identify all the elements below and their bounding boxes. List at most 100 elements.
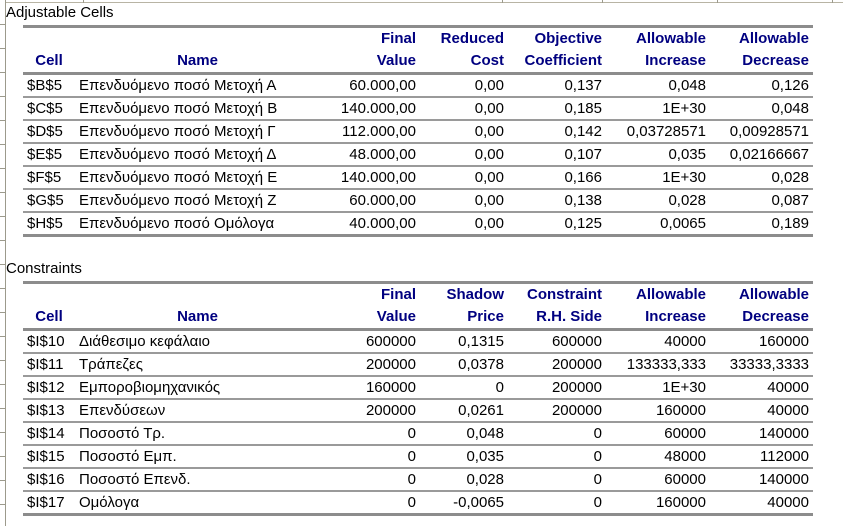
cell-ref[interactable]: $I$12 bbox=[23, 376, 75, 400]
reduced-cost[interactable]: 0,00 bbox=[420, 73, 508, 98]
constraint-name[interactable]: Ομόλογα bbox=[75, 491, 320, 516]
objective-coefficient[interactable]: 0,107 bbox=[508, 143, 606, 167]
final-value[interactable]: 0 bbox=[320, 491, 420, 516]
cell-name[interactable]: Επενδυόμενο ποσό Μετοχή Δ bbox=[75, 143, 320, 167]
cell-ref[interactable]: $B$5 bbox=[23, 73, 75, 98]
table-row[interactable]: $B$5 Επενδυόμενο ποσό Μετοχή Α 60.000,00 0,… bbox=[23, 73, 813, 98]
allowable-decrease[interactable]: 0,126 bbox=[710, 73, 813, 98]
constraint-rhs[interactable]: 0 bbox=[508, 491, 606, 516]
shadow-price[interactable]: 0,1315 bbox=[420, 329, 508, 354]
cell-ref[interactable]: $I$15 bbox=[23, 445, 75, 469]
cell-name[interactable]: Επενδυόμενο ποσό Μετοχή Α bbox=[75, 73, 320, 98]
allowable-increase[interactable]: 60000 bbox=[606, 422, 710, 446]
allowable-increase[interactable]: 0,03728571 bbox=[606, 120, 710, 144]
objective-coefficient[interactable]: 0,166 bbox=[508, 166, 606, 190]
allowable-decrease[interactable]: 40000 bbox=[710, 399, 813, 423]
table-row[interactable]: $D$5 Επενδυόμενο ποσό Μετοχή Γ 112.000,00 0… bbox=[23, 120, 813, 144]
table-row[interactable]: $H$5 Επενδυόμενο ποσό Ομόλογα 40.000,00 0,0… bbox=[23, 212, 813, 237]
allowable-decrease[interactable]: 0,048 bbox=[710, 97, 813, 121]
allowable-increase[interactable]: 48000 bbox=[606, 445, 710, 469]
shadow-price[interactable]: 0,028 bbox=[420, 468, 508, 492]
reduced-cost[interactable]: 0,00 bbox=[420, 166, 508, 190]
allowable-increase[interactable]: 1E+30 bbox=[606, 166, 710, 190]
final-value[interactable]: 200000 bbox=[320, 353, 420, 377]
constraint-rhs[interactable]: 0 bbox=[508, 445, 606, 469]
cell-ref[interactable]: $I$17 bbox=[23, 491, 75, 516]
shadow-price[interactable]: 0,0378 bbox=[420, 353, 508, 377]
allowable-decrease[interactable]: 40000 bbox=[710, 376, 813, 400]
shadow-price[interactable]: 0,035 bbox=[420, 445, 508, 469]
objective-coefficient[interactable]: 0,142 bbox=[508, 120, 606, 144]
allowable-increase[interactable]: 160000 bbox=[606, 491, 710, 516]
table-row[interactable]: $I$17 Ομόλογα 0 -0,0065 0 160000 40000 bbox=[23, 491, 813, 516]
cell-ref[interactable]: $E$5 bbox=[23, 143, 75, 167]
constraint-name[interactable]: Ποσοστό Τρ. bbox=[75, 422, 320, 446]
allowable-decrease[interactable]: 0,00928571 bbox=[710, 120, 813, 144]
table-row[interactable]: $I$16 Ποσοστό Επενδ. 0 0,028 0 60000 140000 bbox=[23, 468, 813, 492]
cell-ref[interactable]: $H$5 bbox=[23, 212, 75, 237]
allowable-decrease[interactable]: 0,189 bbox=[710, 212, 813, 237]
table-row[interactable]: $G$5 Επενδυόμενο ποσό Μετοχή Ζ 60.000,00 0,… bbox=[23, 189, 813, 213]
final-value[interactable]: 60.000,00 bbox=[320, 189, 420, 213]
allowable-decrease[interactable]: 40000 bbox=[710, 491, 813, 516]
constraint-name[interactable]: Ποσοστό Επενδ. bbox=[75, 468, 320, 492]
final-value[interactable]: 140.000,00 bbox=[320, 166, 420, 190]
cell-ref[interactable]: $I$16 bbox=[23, 468, 75, 492]
allowable-decrease[interactable]: 0,028 bbox=[710, 166, 813, 190]
allowable-decrease[interactable]: 160000 bbox=[710, 329, 813, 354]
reduced-cost[interactable]: 0,00 bbox=[420, 212, 508, 237]
final-value[interactable]: 0 bbox=[320, 445, 420, 469]
table-row[interactable]: $I$11 Τράπεζες 200000 0,0378 200000 133333,33… bbox=[23, 353, 813, 377]
constraint-name[interactable]: Τράπεζες bbox=[75, 353, 320, 377]
cell-name[interactable]: Επενδυόμενο ποσό Μετοχή Β bbox=[75, 97, 320, 121]
allowable-increase[interactable]: 160000 bbox=[606, 399, 710, 423]
cell-ref[interactable]: $I$11 bbox=[23, 353, 75, 377]
final-value[interactable]: 112.000,00 bbox=[320, 120, 420, 144]
allowable-increase[interactable]: 0,0065 bbox=[606, 212, 710, 237]
reduced-cost[interactable]: 0,00 bbox=[420, 189, 508, 213]
table-row[interactable]: $I$15 Ποσοστό Εμπ. 0 0,035 0 48000 112000 bbox=[23, 445, 813, 469]
constraint-rhs[interactable]: 200000 bbox=[508, 399, 606, 423]
constraint-name[interactable]: Ποσοστό Εμπ. bbox=[75, 445, 320, 469]
constraint-rhs[interactable]: 0 bbox=[508, 468, 606, 492]
allowable-increase[interactable]: 1E+30 bbox=[606, 376, 710, 400]
cell-ref[interactable]: $I$10 bbox=[23, 329, 75, 354]
allowable-increase[interactable]: 40000 bbox=[606, 329, 710, 354]
final-value[interactable]: 0 bbox=[320, 422, 420, 446]
table-row[interactable]: $E$5 Επενδυόμενο ποσό Μετοχή Δ 48.000,00 0,… bbox=[23, 143, 813, 167]
final-value[interactable]: 60.000,00 bbox=[320, 73, 420, 98]
cell-ref[interactable]: $I$13 bbox=[23, 399, 75, 423]
shadow-price[interactable]: 0,048 bbox=[420, 422, 508, 446]
cell-ref[interactable]: $F$5 bbox=[23, 166, 75, 190]
cell-name[interactable]: Επενδυόμενο ποσό Μετοχή Γ bbox=[75, 120, 320, 144]
cell-name[interactable]: Επενδυόμενο ποσό Ομόλογα bbox=[75, 212, 320, 237]
table-row[interactable]: $I$10 Διάθεσιμο κεφάλαιο 600000 0,1315 60000… bbox=[23, 329, 813, 354]
cell-ref[interactable]: $G$5 bbox=[23, 189, 75, 213]
table-row[interactable]: $I$13 Επενδύσεων 200000 0,0261 200000 160000 4… bbox=[23, 399, 813, 423]
objective-coefficient[interactable]: 0,138 bbox=[508, 189, 606, 213]
cell-name[interactable]: Επενδυόμενο ποσό Μετοχή Ζ bbox=[75, 189, 320, 213]
table-row[interactable]: $I$14 Ποσοστό Τρ. 0 0,048 0 60000 140000 bbox=[23, 422, 813, 446]
constraint-name[interactable]: Εμποροβιομηχανικός bbox=[75, 376, 320, 400]
shadow-price[interactable]: 0 bbox=[420, 376, 508, 400]
final-value[interactable]: 48.000,00 bbox=[320, 143, 420, 167]
objective-coefficient[interactable]: 0,125 bbox=[508, 212, 606, 237]
final-value[interactable]: 140.000,00 bbox=[320, 97, 420, 121]
allowable-increase[interactable]: 60000 bbox=[606, 468, 710, 492]
allowable-increase[interactable]: 0,048 bbox=[606, 73, 710, 98]
cell-ref[interactable]: $I$14 bbox=[23, 422, 75, 446]
final-value[interactable]: 40.000,00 bbox=[320, 212, 420, 237]
final-value[interactable]: 160000 bbox=[320, 376, 420, 400]
allowable-decrease[interactable]: 140000 bbox=[710, 468, 813, 492]
reduced-cost[interactable]: 0,00 bbox=[420, 97, 508, 121]
allowable-decrease[interactable]: 140000 bbox=[710, 422, 813, 446]
reduced-cost[interactable]: 0,00 bbox=[420, 143, 508, 167]
cell-ref[interactable]: $D$5 bbox=[23, 120, 75, 144]
cell-ref[interactable]: $C$5 bbox=[23, 97, 75, 121]
constraint-rhs[interactable]: 0 bbox=[508, 422, 606, 446]
reduced-cost[interactable]: 0,00 bbox=[420, 120, 508, 144]
table-row[interactable]: $F$5 Επενδυόμενο ποσό Μετοχή Ε 140.000,00 0… bbox=[23, 166, 813, 190]
constraint-name[interactable]: Επενδύσεων bbox=[75, 399, 320, 423]
constraint-rhs[interactable]: 200000 bbox=[508, 353, 606, 377]
constraint-rhs[interactable]: 600000 bbox=[508, 329, 606, 354]
